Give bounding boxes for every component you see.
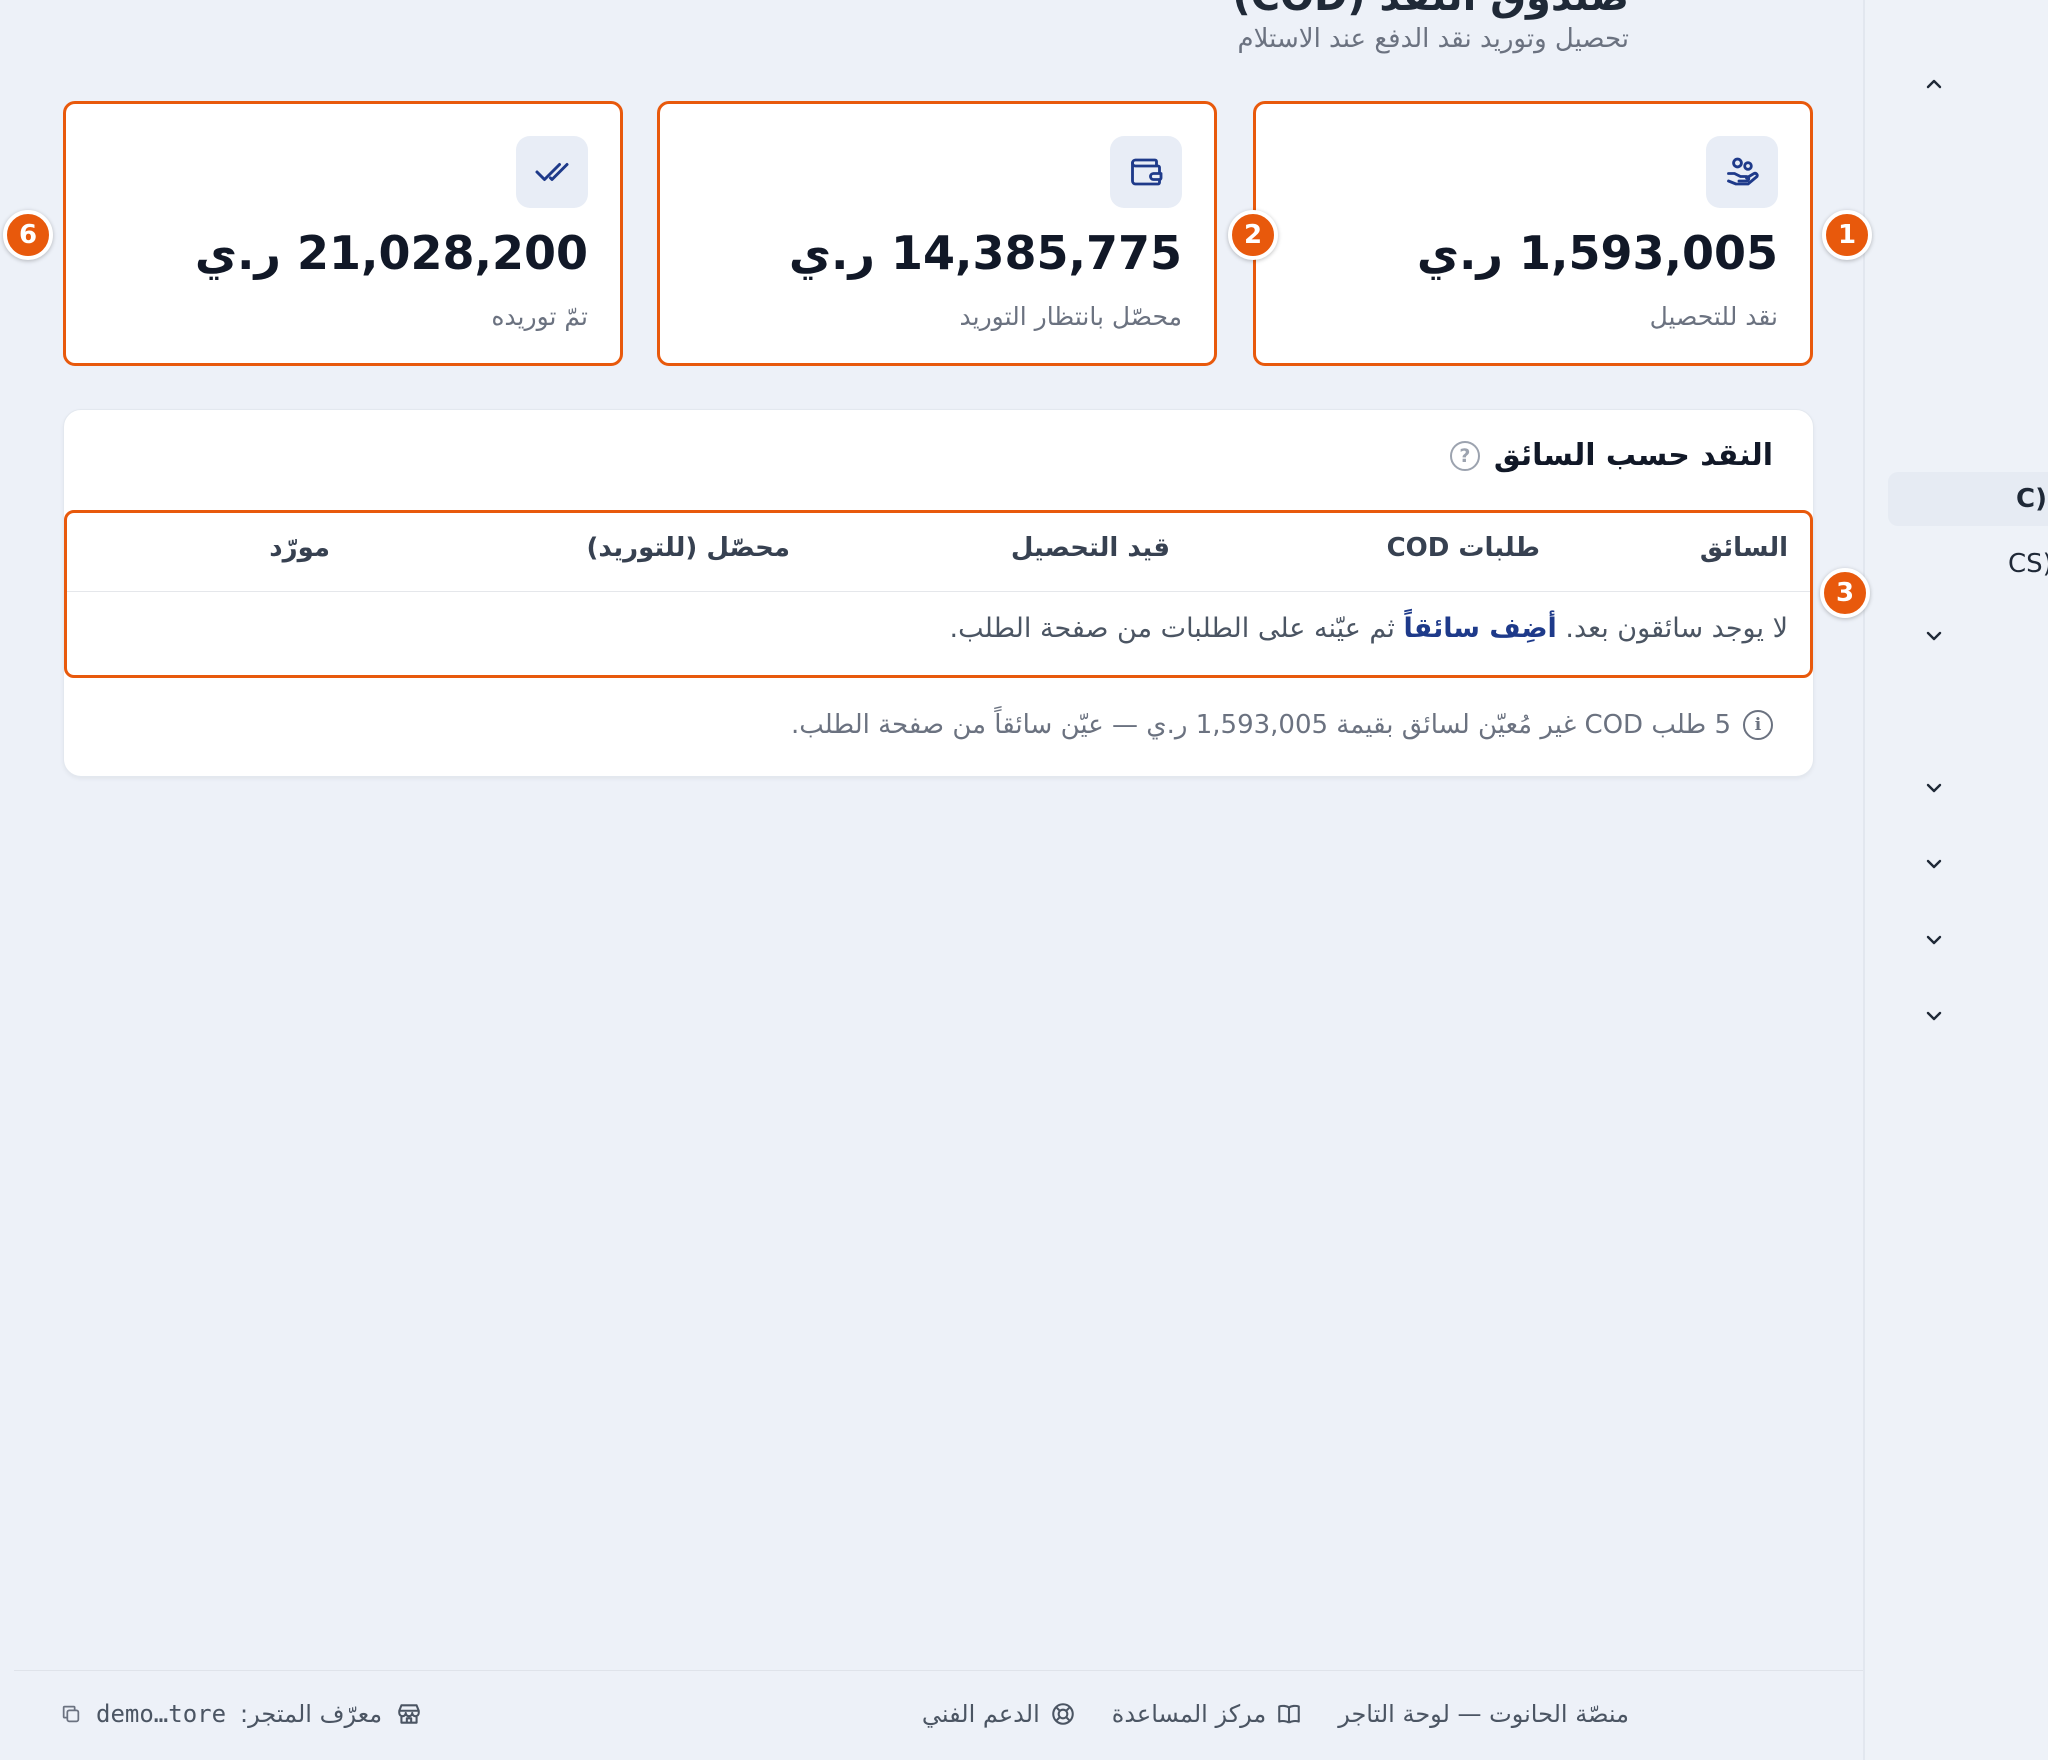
stat-card-cash-to-collect: 1,593,005 ر.ي نقد للتحصيل	[1253, 101, 1813, 366]
help-center-label: مركز المساعدة	[1111, 1700, 1267, 1728]
step-badge: 3	[1820, 568, 1870, 618]
stat-amount: 14,385,775 ر.ي	[788, 226, 1182, 280]
column-header-cod-orders: طلبات COD	[1386, 533, 1540, 563]
table-header-divider	[67, 591, 1810, 592]
info-icon: i	[1743, 710, 1773, 740]
unassigned-orders-note: i 5 طلب COD غير مُعيّن لسائق بقيمة 1,593…	[791, 710, 1773, 740]
chevron-down-icon[interactable]	[1922, 624, 1946, 648]
store-id-label: معرّف المتجر:	[240, 1700, 383, 1728]
panel-title: النقد حسب السائق ?	[1449, 438, 1773, 473]
stat-label: محصّل بانتظار التوريد	[959, 302, 1183, 331]
page-title: صندوق النقد (COD)	[1232, 0, 1629, 20]
store-id: معرّف المتجر: demo…tore	[60, 1700, 422, 1728]
sidebar: (C (CS	[1863, 0, 2048, 1760]
copy-icon[interactable]	[60, 1703, 82, 1725]
note-text: 5 طلب COD غير مُعيّن لسائق بقيمة 1,593,0…	[790, 710, 1731, 740]
sidebar-item-label: (C	[2016, 484, 2047, 514]
help-icon[interactable]: ?	[1449, 440, 1480, 471]
sidebar-item-label: (CS	[2008, 549, 2048, 579]
add-driver-link[interactable]: أضِف سائقاً	[1404, 613, 1557, 644]
stat-label: نقد للتحصيل	[1649, 302, 1778, 331]
book-icon	[1278, 1704, 1300, 1724]
page-subtitle: تحصيل وتوريد نقد الدفع عند الاستلام	[1237, 24, 1630, 54]
chevron-down-icon[interactable]	[1922, 776, 1946, 800]
store-id-value: demo…tore	[96, 1700, 227, 1728]
panel-title-text: النقد حسب السائق	[1493, 438, 1773, 473]
store-icon	[398, 1704, 420, 1724]
column-header-pending-collection: قيد التحصيل	[1010, 533, 1170, 563]
cash-by-driver-panel: النقد حسب السائق ? السائق طلبات COD قيد …	[63, 409, 1814, 777]
empty-state-row: لا يوجد سائقون بعد. أضِف سائقاً ثم عيّنه…	[949, 613, 1788, 644]
empty-text-before: لا يوجد سائقون بعد.	[1565, 613, 1788, 644]
chevron-down-icon[interactable]	[1922, 1004, 1946, 1028]
sidebar-item-cs[interactable]: (CS	[1888, 537, 2048, 591]
stat-amount: 21,028,200 ر.ي	[194, 226, 588, 280]
column-header-remitted: مورّد	[269, 533, 330, 563]
stat-amount: 1,593,005 ر.ي	[1416, 226, 1778, 280]
stat-card-remitted: 21,028,200 ر.ي تمّ توريده	[63, 101, 623, 366]
column-header-collected: محصّل (للتوريد)	[586, 533, 790, 563]
drivers-table: السائق طلبات COD قيد التحصيل محصّل (للتو…	[64, 510, 1813, 678]
lifebuoy-icon	[1051, 1703, 1074, 1725]
step-badge: 6	[3, 210, 53, 260]
chevron-down-icon[interactable]	[1922, 852, 1946, 876]
step-badge: 1	[1822, 210, 1872, 260]
hand-coins-icon	[1706, 136, 1778, 208]
footer-platform: منصّة الحانوت — لوحة التاجر	[1338, 1700, 1629, 1728]
sidebar-item-cod[interactable]: (C	[1888, 472, 2048, 526]
footer-divider	[14, 1670, 1863, 1671]
support-link[interactable]: الدعم الفني	[922, 1700, 1076, 1728]
help-center-link[interactable]: مركز المساعدة	[1112, 1700, 1302, 1728]
double-check-icon	[516, 136, 588, 208]
empty-text-after: ثم عيّنه على الطلبات من صفحة الطلب.	[949, 613, 1395, 644]
footer-links: منصّة الحانوت — لوحة التاجر مركز المساعد…	[922, 1700, 1629, 1728]
support-label: الدعم الفني	[921, 1700, 1040, 1728]
stat-label: تمّ توريده	[491, 302, 588, 331]
chevron-down-icon[interactable]	[1922, 928, 1946, 952]
step-badge: 2	[1228, 210, 1278, 260]
stat-card-collected-pending: 14,385,775 ر.ي محصّل بانتظار التوريد	[657, 101, 1217, 366]
wallet-icon	[1110, 136, 1182, 208]
chevron-up-icon[interactable]	[1922, 72, 1946, 96]
column-header-driver: السائق	[1699, 533, 1788, 563]
main-content: صندوق النقد (COD) تحصيل وتوريد نقد الدفع…	[0, 0, 1872, 1760]
